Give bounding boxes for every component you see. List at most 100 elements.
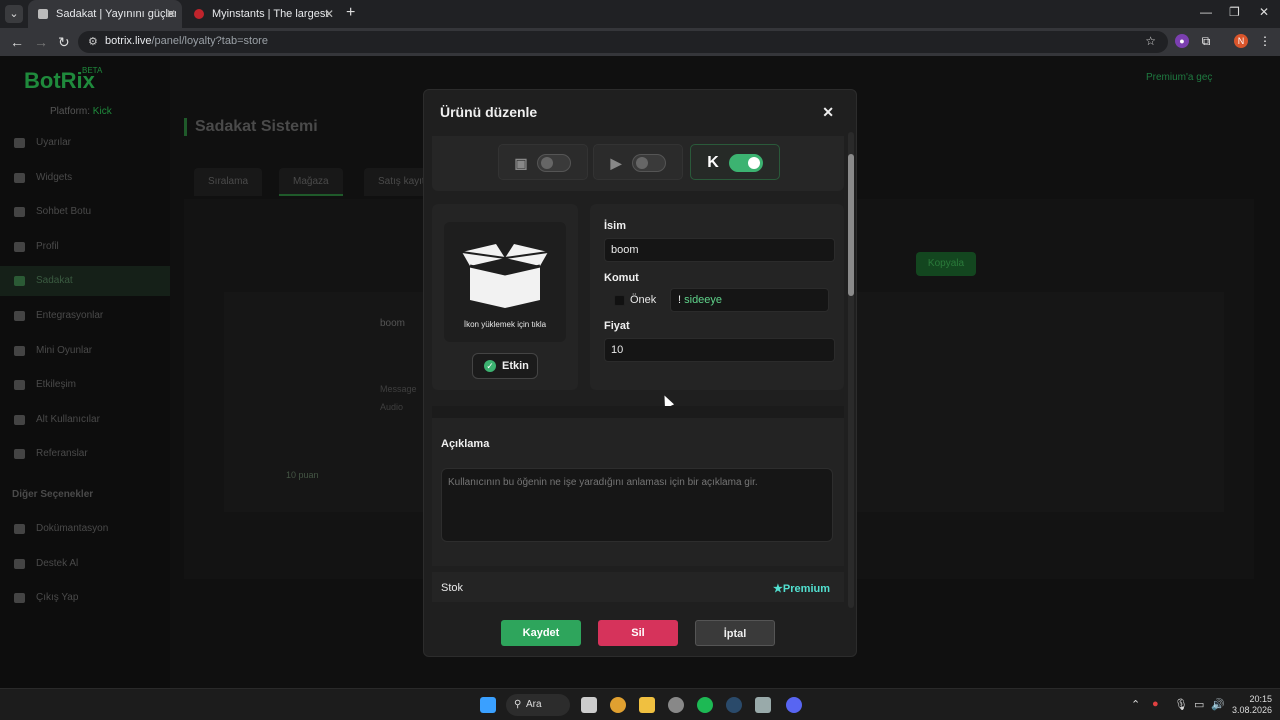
enabled-label: Etkin [502, 360, 529, 372]
taskbar-search[interactable]: ⚲ Ara [506, 694, 570, 716]
search-icon: ⚲ [514, 699, 522, 710]
name-label: İsim [604, 220, 627, 232]
close-window-icon[interactable]: ✕ [1259, 5, 1269, 19]
sidebar-item-profile[interactable]: Profil [0, 232, 170, 262]
item-details-panel: İsim boom Komut Önek ! sideeye Fiyat 10 [590, 204, 844, 390]
logout-icon [14, 593, 25, 603]
description-section: Açıklama [432, 418, 844, 566]
botrix-favicon-icon [38, 9, 48, 19]
price-input[interactable]: 10 [604, 338, 835, 362]
copy-button[interactable]: Kopyala [916, 252, 976, 276]
tray-app-icon[interactable]: ● [1152, 698, 1159, 710]
tab-search-button[interactable]: ⌄ [5, 5, 23, 23]
clock-date: 3.08.2026 [1232, 705, 1273, 715]
premium-upgrade-link[interactable]: Premium'a geç [1146, 72, 1212, 83]
icon-panel: İkon yüklemek için tıkla ✓ Etkin [432, 204, 578, 390]
youtube-icon: ▶ [610, 155, 622, 171]
kick-icon: K [707, 154, 719, 171]
prefix-checkbox[interactable] [614, 295, 625, 306]
site-info-icon[interactable]: ⚙ [88, 35, 98, 48]
restore-icon[interactable]: ❐ [1229, 5, 1240, 19]
close-tab-icon[interactable]: ✕ [324, 0, 334, 28]
prefix-label: Önek [630, 294, 657, 306]
spotify-icon[interactable] [697, 697, 713, 713]
sidebar-item-widgets[interactable]: Widgets [0, 163, 170, 193]
youtube-toggle[interactable] [632, 154, 666, 172]
upload-caption: İkon yüklemek için tıkla [463, 320, 547, 329]
sidebar-item-support[interactable]: Destek Al [0, 549, 170, 579]
extension-icon[interactable]: ● [1175, 34, 1189, 48]
tab-ranking[interactable]: Sıralama [194, 168, 263, 196]
name-input[interactable]: boom [604, 238, 835, 262]
minimize-icon[interactable]: — [1200, 5, 1212, 19]
new-tab-button[interactable]: + [346, 4, 355, 22]
premium-badge[interactable]: ★Premium [773, 582, 830, 595]
platform-toggles: ▣ ▶ K [432, 136, 844, 191]
tab-title: Sadakat | Yayınını güçlendirmek [56, 8, 176, 20]
description-label: Açıklama [441, 438, 490, 450]
icon-upload-area[interactable]: İkon yüklemek için tıkla [444, 222, 566, 342]
browser-tab-sadakat[interactable]: Sadakat | Yayınını güçlendirmek ✕ [28, 0, 182, 28]
close-tab-icon[interactable]: ✕ [166, 0, 176, 28]
extensions-puzzle-icon[interactable]: ⧉ [1199, 34, 1213, 48]
chrome-icon[interactable] [610, 697, 626, 713]
steam-icon[interactable] [726, 697, 742, 713]
sidebar-item-loyalty[interactable]: Sadakat [0, 266, 170, 296]
sidebar-item-chatbot[interactable]: Sohbet Botu [0, 197, 170, 227]
sidebar-item-logout[interactable]: Çıkış Yap [0, 583, 170, 613]
gamepad-icon [14, 346, 25, 356]
back-icon[interactable]: ← [10, 34, 24, 50]
youtube-toggle-group: ▶ [593, 144, 683, 180]
system-clock[interactable]: 20:15 3.08.2026 [1232, 694, 1272, 716]
network-icon[interactable]: ▭ [1194, 698, 1204, 711]
user-plus-icon [14, 415, 25, 425]
enabled-checkbox[interactable]: ✓ Etkin [472, 353, 538, 379]
sidebar-item-subusers[interactable]: Alt Kullanıcılar [0, 405, 170, 435]
sidebar: BotRix BETA Platform: Kick Uyarılar Widg… [0, 56, 170, 688]
sidebar-item-alerts[interactable]: Uyarılar [0, 128, 170, 158]
twitch-icon: ▣ [514, 155, 528, 171]
app-icon[interactable] [668, 697, 684, 713]
command-input[interactable]: ! sideeye [670, 288, 829, 312]
forward-icon[interactable]: → [34, 34, 48, 50]
windows-start-icon[interactable] [480, 697, 496, 713]
edit-item-modal: Ürünü düzenle ✕ ▣ ▶ K İkon yüklemek için… [423, 89, 857, 657]
close-icon[interactable]: ✕ [822, 104, 834, 121]
browser-tab-strip: ⌄ Sadakat | Yayınını güçlendirmek ✕ Myin… [0, 0, 1280, 28]
sidebar-item-referrals[interactable]: Referanslar [0, 439, 170, 469]
page-title: Sadakat Sistemi [184, 118, 318, 136]
price-label: Fiyat [604, 320, 630, 332]
task-view-icon[interactable] [581, 697, 597, 713]
reload-icon[interactable]: ↻ [58, 34, 70, 51]
widgets-icon [14, 173, 25, 183]
sidebar-item-docs[interactable]: Dokümantasyon [0, 514, 170, 544]
sidebar-item-interaction[interactable]: Etkileşim [0, 370, 170, 400]
chevron-up-icon[interactable]: ⌃ [1131, 698, 1140, 711]
volume-icon[interactable]: 🔊 [1211, 698, 1225, 711]
cancel-button[interactable]: İptal [695, 620, 775, 646]
save-button[interactable]: Kaydet [501, 620, 581, 646]
app-icon[interactable] [755, 697, 771, 713]
sidebar-item-integrations[interactable]: Entegrasyonlar [0, 301, 170, 331]
profile-avatar[interactable]: N [1234, 34, 1248, 48]
taskbar: ⚲ Ara ⌃ ● 🎙 ▭ 🔊 20:15 3.08.2026 [0, 688, 1280, 720]
address-bar[interactable]: ⚙ botrix.live/panel/loyalty?tab=store ☆ [78, 31, 1168, 53]
scrollbar-thumb[interactable] [848, 154, 854, 296]
delete-button[interactable]: Sil [598, 620, 678, 646]
tab-store[interactable]: Mağaza [279, 168, 343, 196]
discord-icon[interactable] [786, 697, 802, 713]
file-explorer-icon[interactable] [639, 697, 655, 713]
microphone-icon[interactable]: 🎙 [1174, 698, 1188, 711]
sidebar-item-minigames[interactable]: Mini Oyunlar [0, 336, 170, 366]
bookmark-star-icon[interactable]: ☆ [1145, 34, 1156, 48]
sidebar-section-title: Diğer Seçenekler [12, 489, 94, 500]
modal-scrollbar[interactable] [848, 132, 854, 608]
twitch-toggle[interactable] [537, 154, 571, 172]
browser-tab-myinstants[interactable]: Myinstants | The largest instant ✕ [184, 0, 340, 28]
kick-toggle[interactable] [729, 154, 763, 172]
tab-title: Myinstants | The largest instant [212, 8, 332, 20]
command-value: sideeye [684, 294, 723, 306]
users-icon [14, 449, 25, 459]
description-textarea[interactable] [441, 468, 833, 542]
browser-menu-icon[interactable]: ⋮ [1258, 34, 1272, 48]
